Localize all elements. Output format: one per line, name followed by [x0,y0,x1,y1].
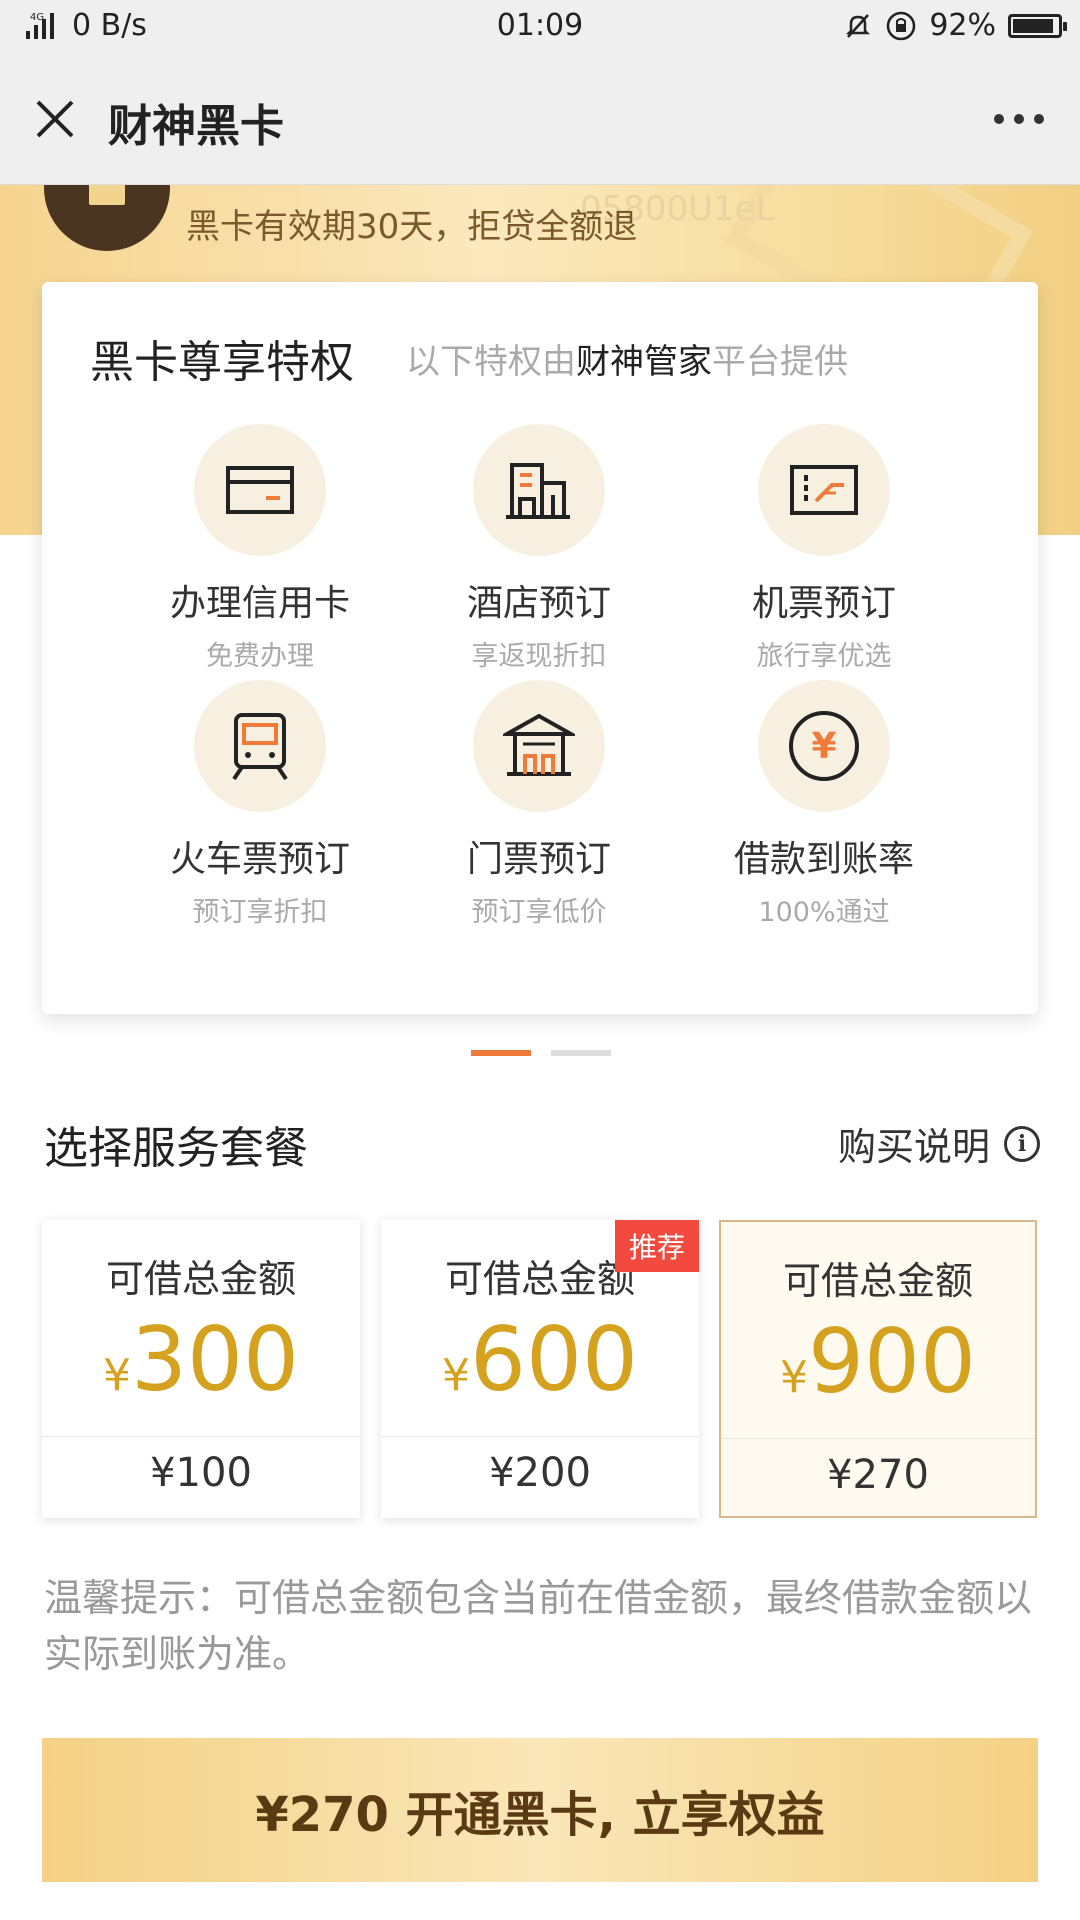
divider [721,1438,1035,1439]
privileges-card: 黑卡尊享特权 以下特权由财神管家平台提供 办理信用卡 免费办理 酒店预订 享返现… [42,282,1038,1014]
pager-dot-active[interactable] [471,1050,531,1056]
plan-card-900[interactable]: 可借总金额 ¥900 ¥270 [719,1220,1037,1518]
recommended-badge: 推荐 [614,1220,699,1272]
hotel-icon [506,463,570,519]
svg-text:¥: ¥ [811,726,836,767]
tip-text: 温馨提示：可借总金额包含当前在借金额，最终借款金额以实际到账为准。 [44,1576,1033,1676]
divider [381,1436,699,1437]
more-options-button[interactable] [994,114,1044,124]
rotation-lock-icon [887,11,916,40]
buy-note-link[interactable]: 购买说明 i [838,1116,1040,1171]
privilege-item-credit-card[interactable]: 办理信用卡 免费办理 [130,424,390,673]
hero-text: 黑卡有效期30天，拒贷全额退 [186,207,638,247]
close-icon[interactable] [30,94,80,144]
battery-icon [1008,13,1067,38]
page-title: 财神黑卡 [108,101,284,152]
privilege-item-hotel[interactable]: 酒店预订 享返现折扣 [409,424,669,673]
dot-icon [994,114,1004,124]
dot-icon [1034,114,1044,124]
open-black-card-button[interactable]: ¥270 开通黑卡, 立享权益 [42,1738,1038,1882]
privilege-item-train[interactable]: 火车票预订 预订享折扣 [130,680,390,929]
train-icon [232,713,288,781]
status-bar: 4G 0 B/s 01:09 92% [0,0,1080,56]
plan-card-600[interactable]: 可借总金额 ¥600 ¥200 推荐 [381,1220,699,1518]
carousel-pager [0,1050,1080,1056]
title-bar: 财神黑卡 [0,56,1080,185]
attraction-icon [503,713,575,776]
yen-coin-icon: ¥ [789,711,859,781]
privileges-title: 黑卡尊享特权 [90,337,354,388]
pager-dot[interactable] [551,1050,611,1056]
privilege-item-flight[interactable]: 机票预订 旅行享优选 [694,424,954,673]
privilege-item-loan-rate[interactable]: ¥ 借款到账率 100%通过 [694,680,954,929]
plan-card-300[interactable]: 可借总金额 ¥300 ¥100 [42,1220,360,1518]
crown-badge-icon [44,185,170,251]
flight-ticket-icon [790,465,858,515]
privileges-subtitle: 以下特权由财神管家平台提供 [406,342,848,382]
battery-percent: 92% [929,8,996,43]
plans-section-title: 选择服务套餐 [44,1123,308,1174]
mute-bell-icon [846,13,871,38]
divider [42,1436,360,1437]
info-icon: i [1004,1125,1040,1162]
privilege-item-attraction[interactable]: 门票预订 预订享低价 [409,680,669,929]
credit-card-icon [226,466,294,514]
dot-icon [1014,114,1024,124]
